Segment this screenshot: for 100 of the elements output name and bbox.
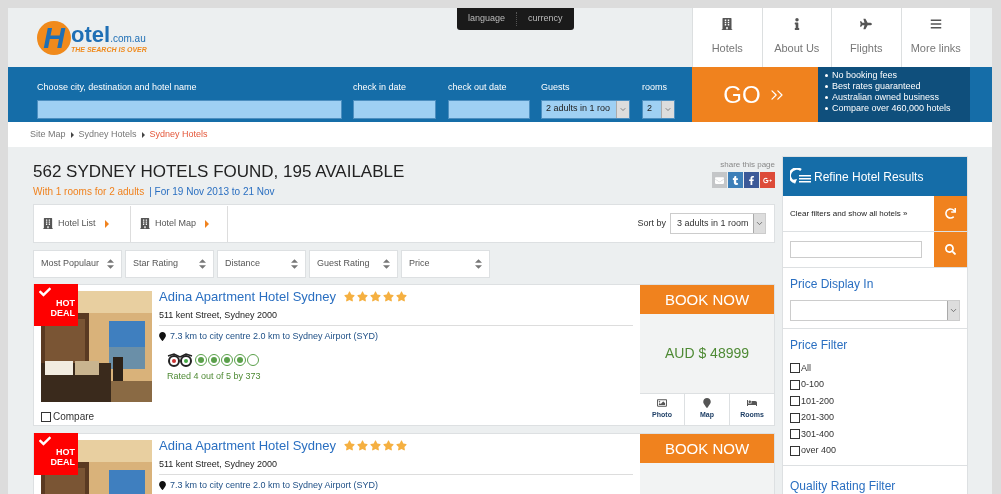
- distance-text: 7.3 km to city centre 2.0 km to Sydney Airport (SYD): [170, 330, 379, 343]
- checkbox[interactable]: [790, 379, 800, 390]
- star-icon: [344, 291, 356, 303]
- filter-option-label: 0-100: [801, 378, 825, 391]
- chevron-down-icon: [616, 100, 629, 118]
- bubble-icon: [208, 353, 220, 366]
- caret-icon: [205, 219, 210, 228]
- sort-button[interactable]: Most Populaur: [33, 250, 122, 278]
- owl-icon: [167, 352, 193, 367]
- building-icon: [43, 218, 53, 229]
- facebook-icon[interactable]: [744, 172, 759, 188]
- checkbox[interactable]: [790, 396, 800, 407]
- checkbox[interactable]: [790, 445, 800, 456]
- bullet-icon: [825, 107, 828, 110]
- bubble-icon: [195, 353, 207, 366]
- chevron-down-icon: [753, 214, 765, 233]
- check-icon: [38, 286, 52, 298]
- google-icon[interactable]: [760, 172, 775, 188]
- price-text: AUD $ 48999: [664, 344, 750, 363]
- filter-option-label: 201-300: [801, 411, 835, 424]
- occupancy-text: With 1 rooms for 2 adults: [33, 185, 145, 199]
- bubble-icon: [247, 353, 259, 366]
- breadcrumb-link[interactable]: Site Map: [30, 127, 66, 142]
- compare-label: Compare: [53, 410, 95, 424]
- benefit-item: Australian owned business: [832, 92, 940, 103]
- rooms-select[interactable]: 2: [642, 99, 675, 119]
- nav-item[interactable]: About Us: [761, 8, 831, 67]
- filter-option-label: All: [801, 361, 811, 375]
- refine-icon: [790, 167, 812, 186]
- star-icon: [370, 291, 382, 303]
- search-field[interactable]: [790, 241, 922, 258]
- caret-icon: [141, 131, 145, 138]
- clear-filters-link[interactable]: Clear filters and show all hotels »: [783, 196, 934, 231]
- search-button[interactable]: [934, 232, 967, 267]
- chevron-down-icon: [947, 301, 959, 320]
- map-pin-icon: [702, 398, 712, 409]
- benefit-item: Best rates guaranteed: [832, 81, 921, 92]
- view-tab[interactable]: Hotel List: [34, 205, 131, 242]
- plane-icon: [860, 18, 873, 31]
- hotel-name[interactable]: Adina Apartment Hotel Sydney: [159, 287, 337, 307]
- star-icon: [357, 291, 369, 303]
- map-pin-icon: [159, 481, 166, 491]
- benefit-item: Compare over 460,000 hotels: [832, 103, 951, 114]
- hotel-address: 511 kent Street, Sydney 2000: [159, 457, 278, 471]
- breadcrumb-link[interactable]: Sydney Hotels: [78, 127, 137, 142]
- sort-button[interactable]: Price: [401, 250, 490, 278]
- sort-arrows-icon: [475, 259, 482, 269]
- sort-button[interactable]: Guest Rating: [309, 250, 398, 278]
- star-icon: [396, 291, 408, 303]
- badge-text: HOT: [56, 447, 75, 457]
- checkbox[interactable]: [790, 412, 800, 423]
- section-title: Quality Rating Filter: [790, 479, 896, 493]
- search-icon: [945, 244, 956, 255]
- badge-text: HOT: [56, 298, 75, 308]
- bubble-icon: [221, 353, 233, 366]
- badge-text: DEAL: [50, 308, 75, 318]
- view-tab[interactable]: Hotel Map: [131, 205, 228, 242]
- sort-button[interactable]: Star Rating: [125, 250, 214, 278]
- check-icon: [38, 435, 52, 447]
- sort-arrows-icon: [199, 259, 206, 269]
- building-icon: [140, 218, 150, 229]
- filter-option-label: 301-400: [801, 427, 835, 441]
- dates-text: | For 19 Nov 2013 to 21 Nov: [149, 185, 275, 199]
- input-field[interactable]: [353, 99, 436, 119]
- checkbox[interactable]: [790, 429, 800, 440]
- badge-text: DEAL: [50, 457, 75, 467]
- guests-select[interactable]: 2 adults in 1 roo: [541, 99, 630, 119]
- sort-arrows-icon: [107, 259, 114, 269]
- input-field[interactable]: [37, 99, 342, 119]
- nav-item[interactable]: Hotels: [692, 8, 762, 67]
- sort-button[interactable]: Distance: [217, 250, 306, 278]
- refresh-icon: [945, 208, 956, 219]
- nav-item[interactable]: Flights: [831, 8, 901, 67]
- top-link[interactable]: currency: [516, 12, 574, 26]
- checkbox[interactable]: [790, 363, 800, 374]
- building-icon: [721, 18, 734, 31]
- top-link[interactable]: language: [457, 12, 517, 26]
- star-icon: [357, 440, 369, 452]
- nav-item[interactable]: More links: [900, 8, 970, 67]
- field-label: rooms: [642, 81, 668, 94]
- input-field[interactable]: [448, 99, 530, 119]
- bullet-icon: [825, 85, 828, 88]
- breadcrumb-link[interactable]: Sydney Hotels: [149, 127, 208, 142]
- tumblr-icon[interactable]: [728, 172, 743, 188]
- star-icon: [344, 440, 356, 452]
- section-title: Price Filter: [790, 337, 849, 354]
- sort-select[interactable]: 3 adults in 1 room: [670, 213, 766, 234]
- logo-domain: .com.au: [110, 34, 146, 44]
- map-pin-icon: [159, 332, 166, 342]
- sort-arrows-icon: [383, 259, 390, 269]
- sidebar-title: Refine Hotel Results: [814, 168, 924, 186]
- checkbox[interactable]: [41, 411, 51, 422]
- logo-letter: H: [37, 21, 71, 55]
- filter-option-label: over 400: [801, 444, 837, 457]
- hotel-address: 511 kent Street, Sydney 2000: [159, 308, 278, 322]
- reset-button[interactable]: [934, 196, 967, 231]
- image-icon: [657, 398, 667, 409]
- star-icon: [383, 440, 395, 452]
- hotel-name[interactable]: Adina Apartment Hotel Sydney: [159, 436, 337, 456]
- sort-arrows-icon: [291, 259, 298, 269]
